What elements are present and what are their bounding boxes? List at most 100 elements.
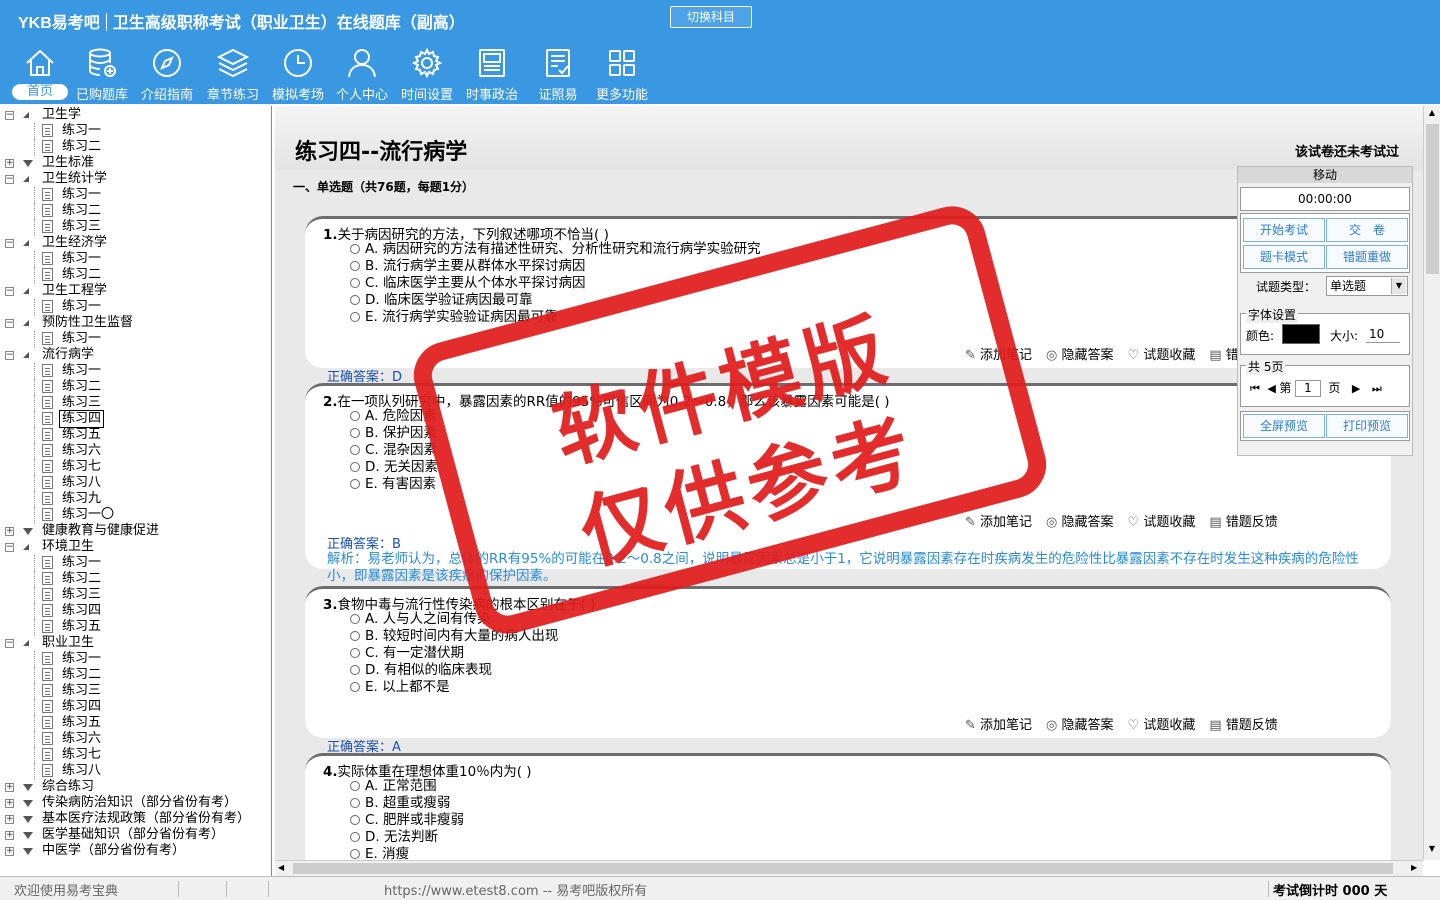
prev-page-icon[interactable]: ◀ — [1267, 382, 1275, 395]
tree-chapter[interactable]: − 卫生经济学 — [0, 235, 271, 251]
option-radio[interactable] — [350, 244, 360, 254]
hide-answer-button[interactable]: ◎ 隐藏答案 — [1046, 718, 1114, 733]
tree-exercise[interactable]: 练习八 — [0, 475, 271, 491]
expand-icon[interactable]: + — [5, 159, 14, 168]
tree-exercise[interactable]: 练习一 — [0, 251, 271, 267]
option-item[interactable]: B. 较短时间内有大量的病人出现 — [350, 628, 558, 645]
option-radio[interactable] — [350, 428, 360, 438]
tree-exercise[interactable]: 练习一 — [0, 651, 271, 667]
option-radio[interactable] — [350, 631, 360, 641]
option-radio[interactable] — [350, 682, 360, 692]
option-radio[interactable] — [350, 665, 360, 675]
collapse-icon[interactable]: − — [5, 351, 14, 360]
vertical-scrollbar[interactable]: ▲ ▼ — [1423, 106, 1440, 860]
hide-answer-button[interactable]: ◎ 隐藏答案 — [1046, 348, 1114, 363]
tree-exercise[interactable]: 练习二 — [0, 203, 271, 219]
tree-exercise[interactable]: 练习五 — [0, 715, 271, 731]
favorite-button[interactable]: ♡ 试题收藏 — [1128, 515, 1196, 530]
scrollbar-thumb[interactable] — [1426, 124, 1439, 274]
tree-exercise[interactable]: 练习一 — [0, 123, 271, 139]
nav-current-affairs[interactable]: 时事政治 — [460, 46, 524, 103]
add-note-button[interactable]: ✎ 添加笔记 — [965, 348, 1032, 363]
collapse-icon[interactable]: − — [5, 543, 14, 552]
nav-purchased[interactable]: 已购题库 — [70, 46, 134, 103]
option-item[interactable]: B. 保护因素 — [350, 425, 437, 442]
next-page-icon[interactable]: ▶ — [1352, 382, 1360, 395]
option-item[interactable]: C. 有一定潜伏期 — [350, 645, 464, 662]
option-item[interactable]: E. 消瘦 — [350, 846, 409, 860]
card-mode-button[interactable]: 题卡模式 — [1243, 245, 1325, 269]
tree-exercise[interactable]: 练习一 — [0, 299, 271, 315]
nav-home[interactable]: 首页 — [8, 46, 72, 102]
tree-chapter[interactable]: − 卫生工程学 — [0, 283, 271, 299]
hscroll-thumb[interactable] — [293, 863, 1393, 874]
option-radio[interactable] — [350, 614, 360, 624]
collapse-icon[interactable]: − — [5, 239, 14, 248]
option-item[interactable]: E. 流行病学实验验证病因最可靠 — [350, 309, 558, 326]
option-radio[interactable] — [350, 312, 360, 322]
option-item[interactable]: A. 危险因素 — [350, 408, 437, 425]
tree-exercise[interactable]: 练习一 — [0, 555, 271, 571]
option-item[interactable]: D. 无关因素 — [350, 459, 438, 476]
option-item[interactable]: B. 流行病学主要从群体水平探讨病因 — [350, 258, 585, 275]
tree-chapter[interactable]: − 环境卫生 — [0, 539, 271, 555]
tree-exercise[interactable]: 练习一 — [0, 187, 271, 203]
expand-icon[interactable]: + — [5, 815, 14, 824]
tree-chapter[interactable]: + 中医学（部分省份有考） — [0, 843, 271, 859]
tree-chapter[interactable]: + 健康教育与健康促进 — [0, 523, 271, 539]
tree-exercise[interactable]: 练习三 — [0, 683, 271, 699]
option-item[interactable]: C. 肥胖或非瘦弱 — [350, 812, 464, 829]
scroll-down-icon[interactable]: ▼ — [1426, 844, 1438, 856]
tree-exercise[interactable]: 练习一 — [0, 363, 271, 379]
scroll-right-icon[interactable]: ▶ — [1411, 863, 1417, 872]
expand-icon[interactable]: + — [5, 847, 14, 856]
font-size-input[interactable]: 10 — [1366, 325, 1400, 343]
tree-chapter[interactable]: − 卫生统计学 — [0, 171, 271, 187]
tree-exercise[interactable]: 练习三 — [0, 395, 271, 411]
submit-button[interactable]: 交 卷 — [1326, 218, 1408, 242]
tree-exercise[interactable]: 练习二 — [0, 267, 271, 283]
option-item[interactable]: C. 临床医学主要从个体水平探讨病因 — [350, 275, 586, 292]
option-radio[interactable] — [350, 815, 360, 825]
expand-icon[interactable]: + — [5, 799, 14, 808]
tree-exercise[interactable]: 练习五 — [0, 427, 271, 443]
collapse-icon[interactable]: − — [5, 639, 14, 648]
question-type-select[interactable]: 单选题 ▼ — [1326, 276, 1408, 296]
option-radio[interactable] — [350, 295, 360, 305]
tree-exercise[interactable]: 练习二 — [0, 379, 271, 395]
favorite-button[interactable]: ♡ 试题收藏 — [1128, 348, 1196, 363]
option-radio[interactable] — [350, 462, 360, 472]
switch-subject-button[interactable]: 切换科目 — [670, 6, 752, 28]
tree-exercise[interactable]: 练习七 — [0, 459, 271, 475]
tree-exercise[interactable]: 练习五 — [0, 619, 271, 635]
tree-exercise[interactable]: 练习三 — [0, 587, 271, 603]
add-note-button[interactable]: ✎ 添加笔记 — [965, 515, 1032, 530]
tree-exercise[interactable]: 练习二 — [0, 667, 271, 683]
tree-exercise[interactable]: 练习四 — [0, 699, 271, 715]
option-radio[interactable] — [350, 781, 360, 791]
nav-profile[interactable]: 个人中心 — [330, 46, 394, 103]
tree-exercise[interactable]: 练习六 — [0, 443, 271, 459]
option-radio[interactable] — [350, 479, 360, 489]
print-preview-button[interactable]: 打印预览 — [1326, 414, 1408, 438]
first-page-icon[interactable]: ⏮ — [1250, 382, 1260, 395]
favorite-button[interactable]: ♡ 试题收藏 — [1128, 718, 1196, 733]
collapse-icon[interactable]: − — [5, 175, 14, 184]
tree-chapter[interactable]: + 综合练习 — [0, 779, 271, 795]
tree-exercise[interactable]: 练习一 — [0, 331, 271, 347]
tree-exercise[interactable]: 练习三 — [0, 219, 271, 235]
tree-exercise[interactable]: 练习四 — [0, 410, 271, 428]
option-radio[interactable] — [350, 445, 360, 455]
tree-exercise[interactable]: 练习四 — [0, 603, 271, 619]
option-radio[interactable] — [350, 832, 360, 842]
tree-chapter[interactable]: + 卫生标准 — [0, 155, 271, 171]
tree-exercise[interactable]: 练习一〇 — [0, 507, 271, 523]
nav-certificate[interactable]: 证照易 — [526, 46, 590, 103]
option-radio[interactable] — [350, 261, 360, 271]
tree-exercise[interactable]: 练习六 — [0, 731, 271, 747]
tree-chapter[interactable]: − 职业卫生 — [0, 635, 271, 651]
tree-chapter[interactable]: − 卫生学 — [0, 107, 271, 123]
option-item[interactable]: A. 正常范围 — [350, 778, 437, 795]
option-radio[interactable] — [350, 278, 360, 288]
tree-exercise[interactable]: 练习八 — [0, 763, 271, 779]
